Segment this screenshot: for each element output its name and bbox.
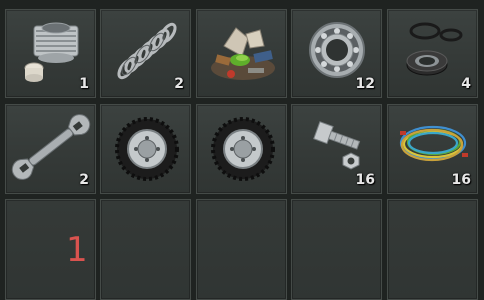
inventory-grid: 1 2 12 4 2 16 16 1 [0, 0, 484, 300]
slot-count: 12 [355, 76, 375, 92]
inventory-slot-1[interactable]: 1 [5, 9, 96, 98]
bearing-icon [309, 22, 365, 78]
slot-count: 16 [355, 172, 375, 188]
inventory-slot-13[interactable] [196, 199, 287, 300]
inventory-slot-4[interactable]: 12 [291, 9, 382, 98]
inventory-slot-8[interactable] [196, 104, 287, 194]
inventory-slot-5[interactable]: 4 [387, 9, 478, 98]
inventory-slot-2[interactable]: 2 [100, 9, 191, 98]
inventory-slot-9[interactable]: 16 [291, 104, 382, 194]
inventory-slot-15[interactable] [387, 199, 478, 300]
slot-count: 1 [79, 76, 89, 92]
spring-icon [117, 22, 177, 80]
seal-rings-icon [406, 22, 463, 76]
page-number: 1 [66, 230, 88, 270]
wires-icon [399, 125, 468, 162]
inventory-slot-14[interactable] [291, 199, 382, 300]
inventory-slot-6[interactable]: 2 [5, 104, 96, 194]
slot-count: 16 [451, 172, 471, 188]
scrap-pile-icon [211, 27, 275, 80]
inventory-slot-12[interactable] [100, 199, 191, 300]
bolt-nut-icon [313, 121, 361, 170]
wheel-icon [115, 117, 179, 181]
inventory-slot-3[interactable] [196, 9, 287, 98]
inventory-slot-7[interactable] [100, 104, 191, 194]
inventory-slot-10[interactable]: 16 [387, 104, 478, 194]
slot-count: 4 [461, 76, 471, 92]
slot-count: 2 [79, 172, 89, 188]
slot-count: 2 [174, 76, 184, 92]
wheel-icon [211, 117, 275, 181]
